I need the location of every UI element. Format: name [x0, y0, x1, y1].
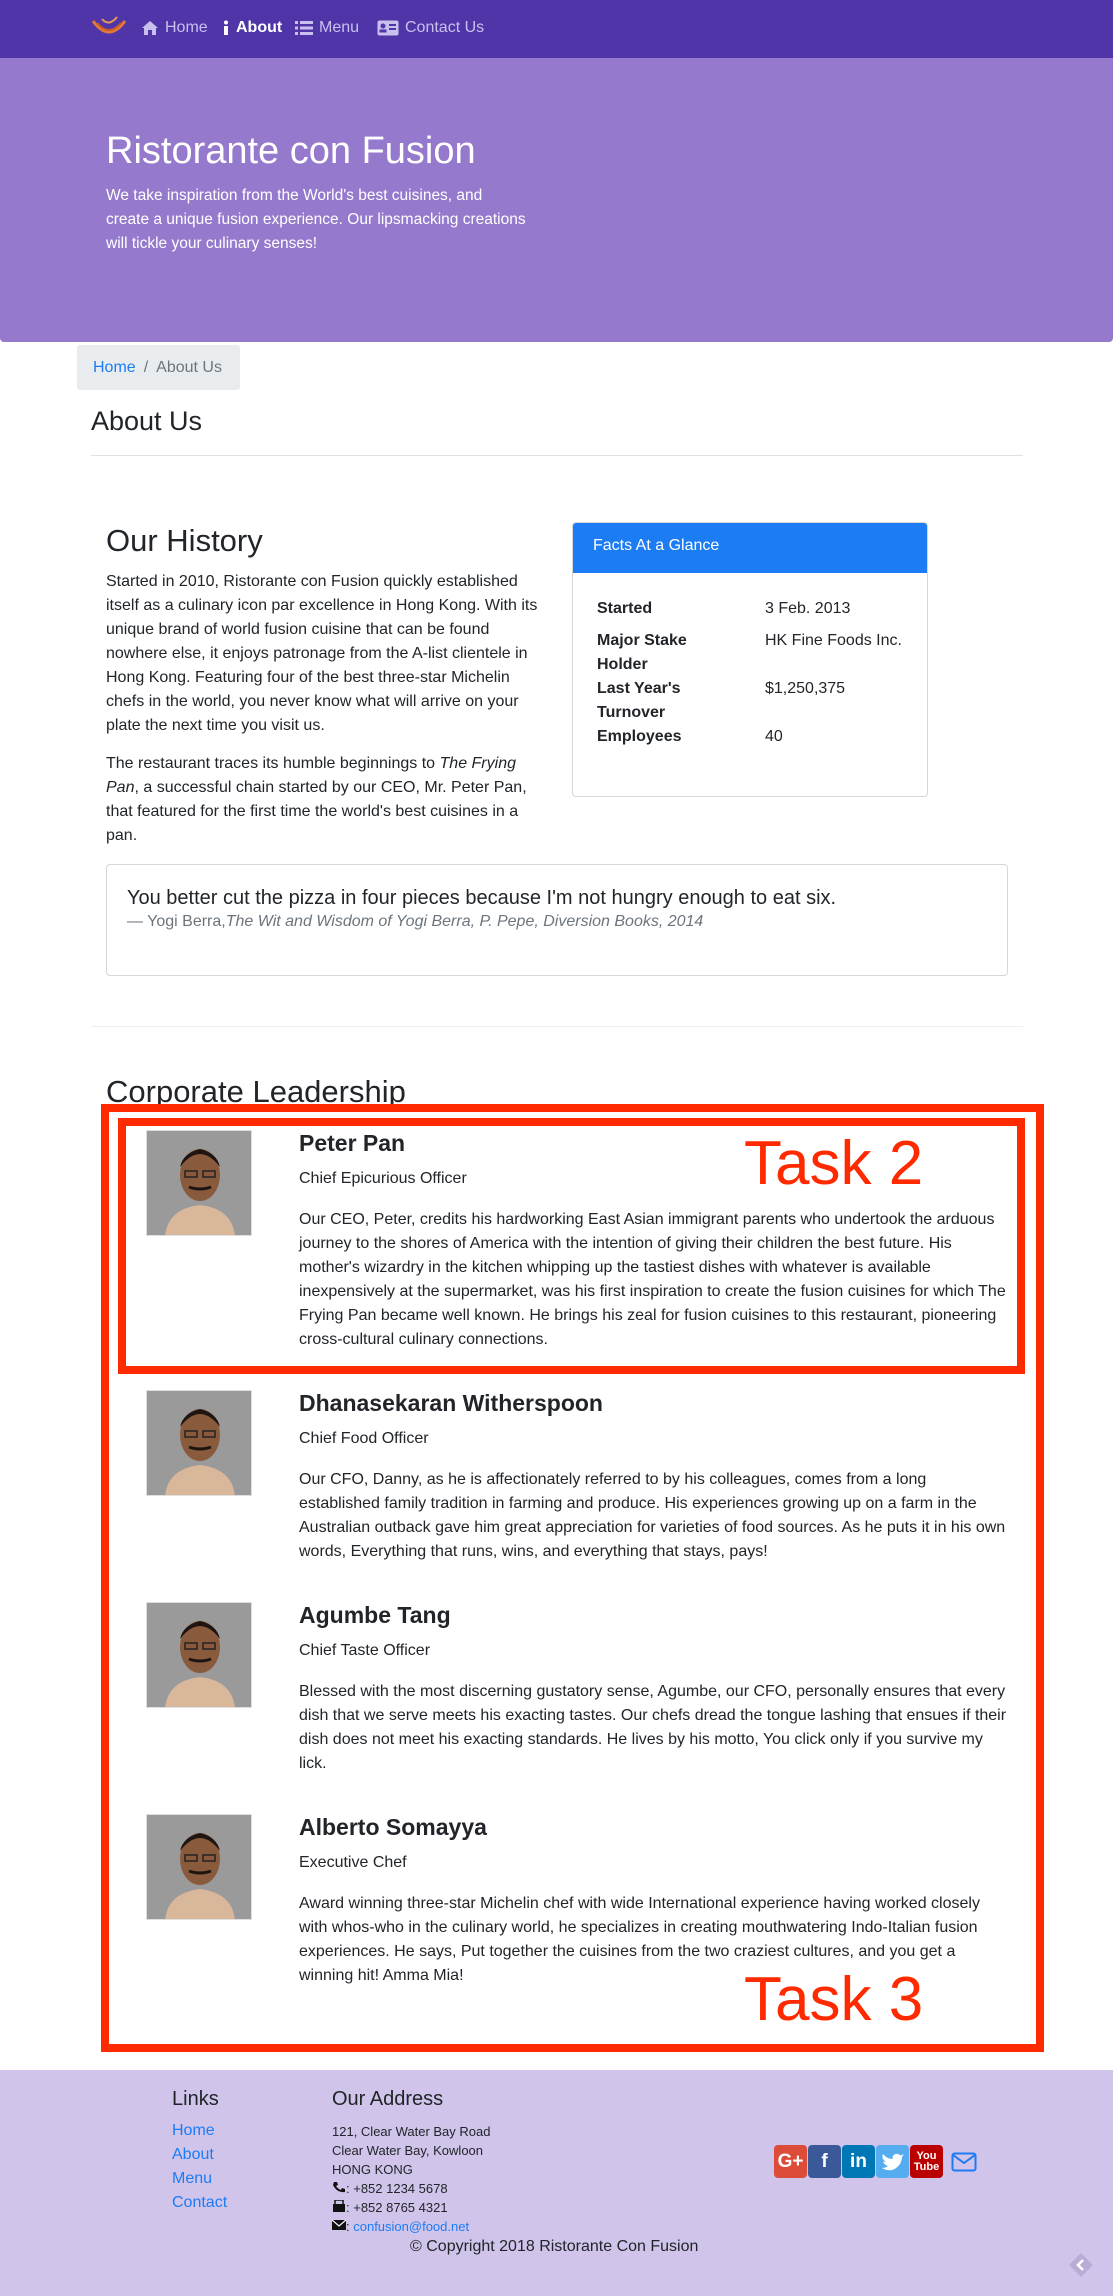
leader-bio: Our CEO, Peter, credits his hardworking … [299, 1211, 1006, 1348]
youtube-icon[interactable]: You Tube [910, 2145, 943, 2178]
address-line: HONG KONG [332, 2162, 413, 2177]
fact-term: Major Stake Holder [597, 632, 687, 673]
navbar: Home About Menu Contact Us [0, 0, 1113, 58]
logo-icon[interactable] [90, 13, 128, 43]
breadcrumb: Home / About Us [77, 345, 240, 390]
quote-dash: — [127, 913, 148, 930]
restaurant-title: Ristorante con Fusion [106, 130, 476, 172]
leader-role: Chief Taste Officer [299, 1642, 431, 1659]
breadcrumb-separator: / [143, 358, 149, 376]
leader-photo [146, 1130, 252, 1236]
footer-link-about[interactable]: About [172, 2146, 214, 2164]
page-title: About Us [91, 406, 203, 436]
restaurant-tagline: We take inspiration from the World's bes… [106, 187, 526, 252]
facebook-icon[interactable]: f [808, 2145, 841, 2178]
jumbotron: Ristorante con Fusion We take inspiratio… [0, 58, 1113, 342]
leader-name: Agumbe Tang [299, 1602, 451, 1628]
footer-link-contact[interactable]: Contact [172, 2194, 227, 2212]
leadership-title: Corporate Leadership [106, 1074, 406, 1109]
leader-role: Chief Epicurious Officer [299, 1170, 467, 1187]
twitter-icon[interactable] [876, 2145, 909, 2178]
history-title: Our History [106, 523, 263, 558]
leader-name: Alberto Somayya [299, 1814, 487, 1840]
footer-address-title: Our Address [332, 2088, 444, 2110]
leader-photo [146, 1390, 252, 1496]
phone-number: : +852 1234 5678 [346, 2181, 448, 2196]
nav-home-label: Home [165, 19, 208, 36]
nav-contact-label: Contact Us [405, 19, 485, 36]
leader-role: Chief Food Officer [299, 1430, 429, 1447]
nav-menu[interactable]: Menu [295, 19, 359, 37]
address-card-icon [377, 20, 399, 36]
back-to-top-icon[interactable] [1068, 2252, 1094, 2278]
footer [0, 2070, 1113, 2296]
address-line: Clear Water Bay, Kowloon [332, 2143, 484, 2158]
nav-menu-label: Menu [319, 19, 360, 36]
history-text-cont: , a successful chain started by our CEO,… [106, 779, 527, 844]
fact-term: Employees [597, 728, 682, 745]
quote-source: The Wit and Wisdom of Yogi Berra, P. Pep… [225, 913, 704, 930]
envelope-icon [331, 2219, 347, 2230]
person-photo-icon [147, 1815, 251, 1919]
quote-text: You better cut the pizza in four pieces … [127, 887, 837, 909]
fact-value: 3 Feb. 2013 [765, 600, 851, 617]
history-paragraph-1: Started in 2010, Ristorante con Fusion q… [106, 573, 538, 734]
person-photo-icon [147, 1603, 251, 1707]
info-icon [224, 20, 228, 35]
fact-value: 40 [765, 728, 783, 745]
nav-contact[interactable]: Contact Us [377, 19, 484, 37]
leader-role: Executive Chef [299, 1854, 407, 1871]
blockquote-card: You better cut the pizza in four pieces … [106, 864, 1008, 976]
nav-about[interactable]: About [222, 19, 282, 37]
fact-term: Started [597, 600, 653, 617]
facts-card-header: Facts At a Glance [573, 523, 927, 573]
leader-name: Peter Pan [299, 1130, 406, 1156]
nav-home[interactable]: Home [141, 19, 208, 37]
fax-icon [333, 2199, 345, 2212]
fact-value: $1,250,375 [765, 680, 846, 697]
leader-name: Dhanasekaran Witherspoon [299, 1390, 603, 1416]
person-photo-icon [147, 1131, 251, 1235]
fax-line: : +852 8765 4321 [332, 2198, 448, 2217]
phone-icon [333, 2182, 345, 2193]
footer-link-menu[interactable]: Menu [172, 2170, 212, 2188]
address-line: 121, Clear Water Bay Road [332, 2124, 491, 2139]
quote-author: Yogi Berra, [147, 913, 226, 930]
leader-photo [146, 1602, 252, 1708]
divider [91, 1026, 1023, 1027]
email-link[interactable]: confusion@food.net [353, 2219, 469, 2234]
breadcrumb-home-link[interactable]: Home [93, 359, 136, 377]
leader-photo [146, 1814, 252, 1920]
history-text: The restaurant traces its humble beginni… [106, 755, 440, 772]
home-icon [142, 21, 158, 35]
leader-bio: Our CFO, Danny, as he is affectionately … [299, 1471, 1006, 1560]
mail-icon[interactable] [947, 2145, 980, 2178]
fact-value: HK Fine Foods Inc. [765, 632, 902, 649]
footer-link-home[interactable]: Home [172, 2122, 215, 2140]
breadcrumb-current: About Us [156, 358, 222, 376]
history-paragraph-2: The restaurant traces its humble beginni… [106, 752, 546, 848]
linkedin-icon[interactable]: in [842, 2145, 875, 2178]
task-2-label: Task 2 [744, 1129, 924, 1198]
person-photo-icon [147, 1391, 251, 1495]
nav-about-label: About [236, 19, 283, 36]
email-line: : confusion@food.net [331, 2217, 469, 2236]
fax-number: : +852 8765 4321 [346, 2200, 448, 2215]
task-3-label: Task 3 [744, 1965, 924, 2034]
google-plus-icon[interactable]: G+ [774, 2145, 807, 2178]
fact-term: Last Year's Turnover [597, 680, 681, 721]
copyright-text: © Copyright 2018 Ristorante Con Fusion [410, 2238, 699, 2255]
facts-card: Facts At a Glance Started 3 Feb. 2013 Ma… [572, 522, 928, 797]
divider [91, 455, 1023, 456]
phone-line: : +852 1234 5678 [332, 2179, 448, 2198]
list-icon [295, 21, 313, 35]
leader-bio: Blessed with the most discerning gustato… [299, 1683, 1007, 1772]
quote-footer: — Yogi Berra,The Wit and Wisdom of Yogi … [127, 913, 987, 931]
footer-links-title: Links [172, 2088, 219, 2110]
